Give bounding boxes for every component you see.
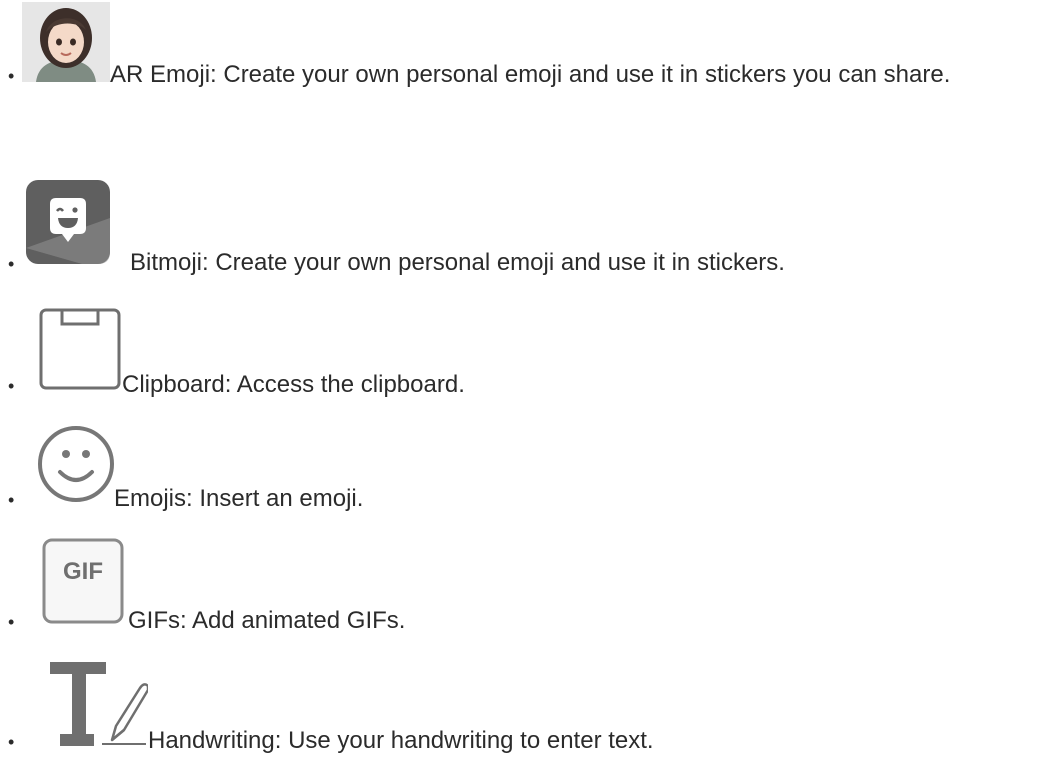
gif-icon-label: GIF bbox=[63, 558, 103, 585]
feature-text: Clipboard: Access the clipboard. bbox=[122, 371, 465, 398]
feature-text: Bitmoji: Create your own personal emoji … bbox=[130, 249, 785, 276]
feature-text: AR Emoji: Create your own personal emoji… bbox=[110, 61, 951, 88]
list-item-gifs: • GIF GIFs: Add animated GIFs. bbox=[8, 534, 405, 642]
ar-emoji-avatar-icon bbox=[22, 2, 110, 82]
feature-text: Emojis: Insert an emoji. bbox=[114, 485, 364, 512]
bullet: • bbox=[8, 254, 15, 274]
handwriting-icon bbox=[22, 660, 148, 748]
list-item-clipboard: • Clipboard: Access the clipboard. bbox=[8, 306, 465, 406]
bitmoji-icon bbox=[22, 178, 130, 270]
list-item-ar-emoji: • AR Emoji: Create your own personal emo… bbox=[8, 2, 1053, 96]
list-item-handwriting: • Handwriting: Use your handwriting to e… bbox=[8, 660, 654, 762]
gif-icon: GIF bbox=[22, 534, 128, 628]
feature-text: Handwriting: Use your handwriting to ent… bbox=[148, 727, 654, 754]
bullet: • bbox=[8, 66, 15, 86]
bullet: • bbox=[8, 376, 15, 396]
bullet: • bbox=[8, 490, 15, 510]
list-item-bitmoji: • Bitmoji: Create your own personal emoj… bbox=[8, 178, 785, 284]
feature-text: GIFs: Add animated GIFs. bbox=[128, 607, 406, 634]
bullet: • bbox=[8, 732, 15, 752]
clipboard-icon bbox=[22, 306, 122, 392]
bullet: • bbox=[8, 612, 15, 632]
list-item-emojis: • Emojis: Insert an emoji. bbox=[8, 420, 363, 520]
emoji-smiley-icon bbox=[22, 420, 114, 506]
